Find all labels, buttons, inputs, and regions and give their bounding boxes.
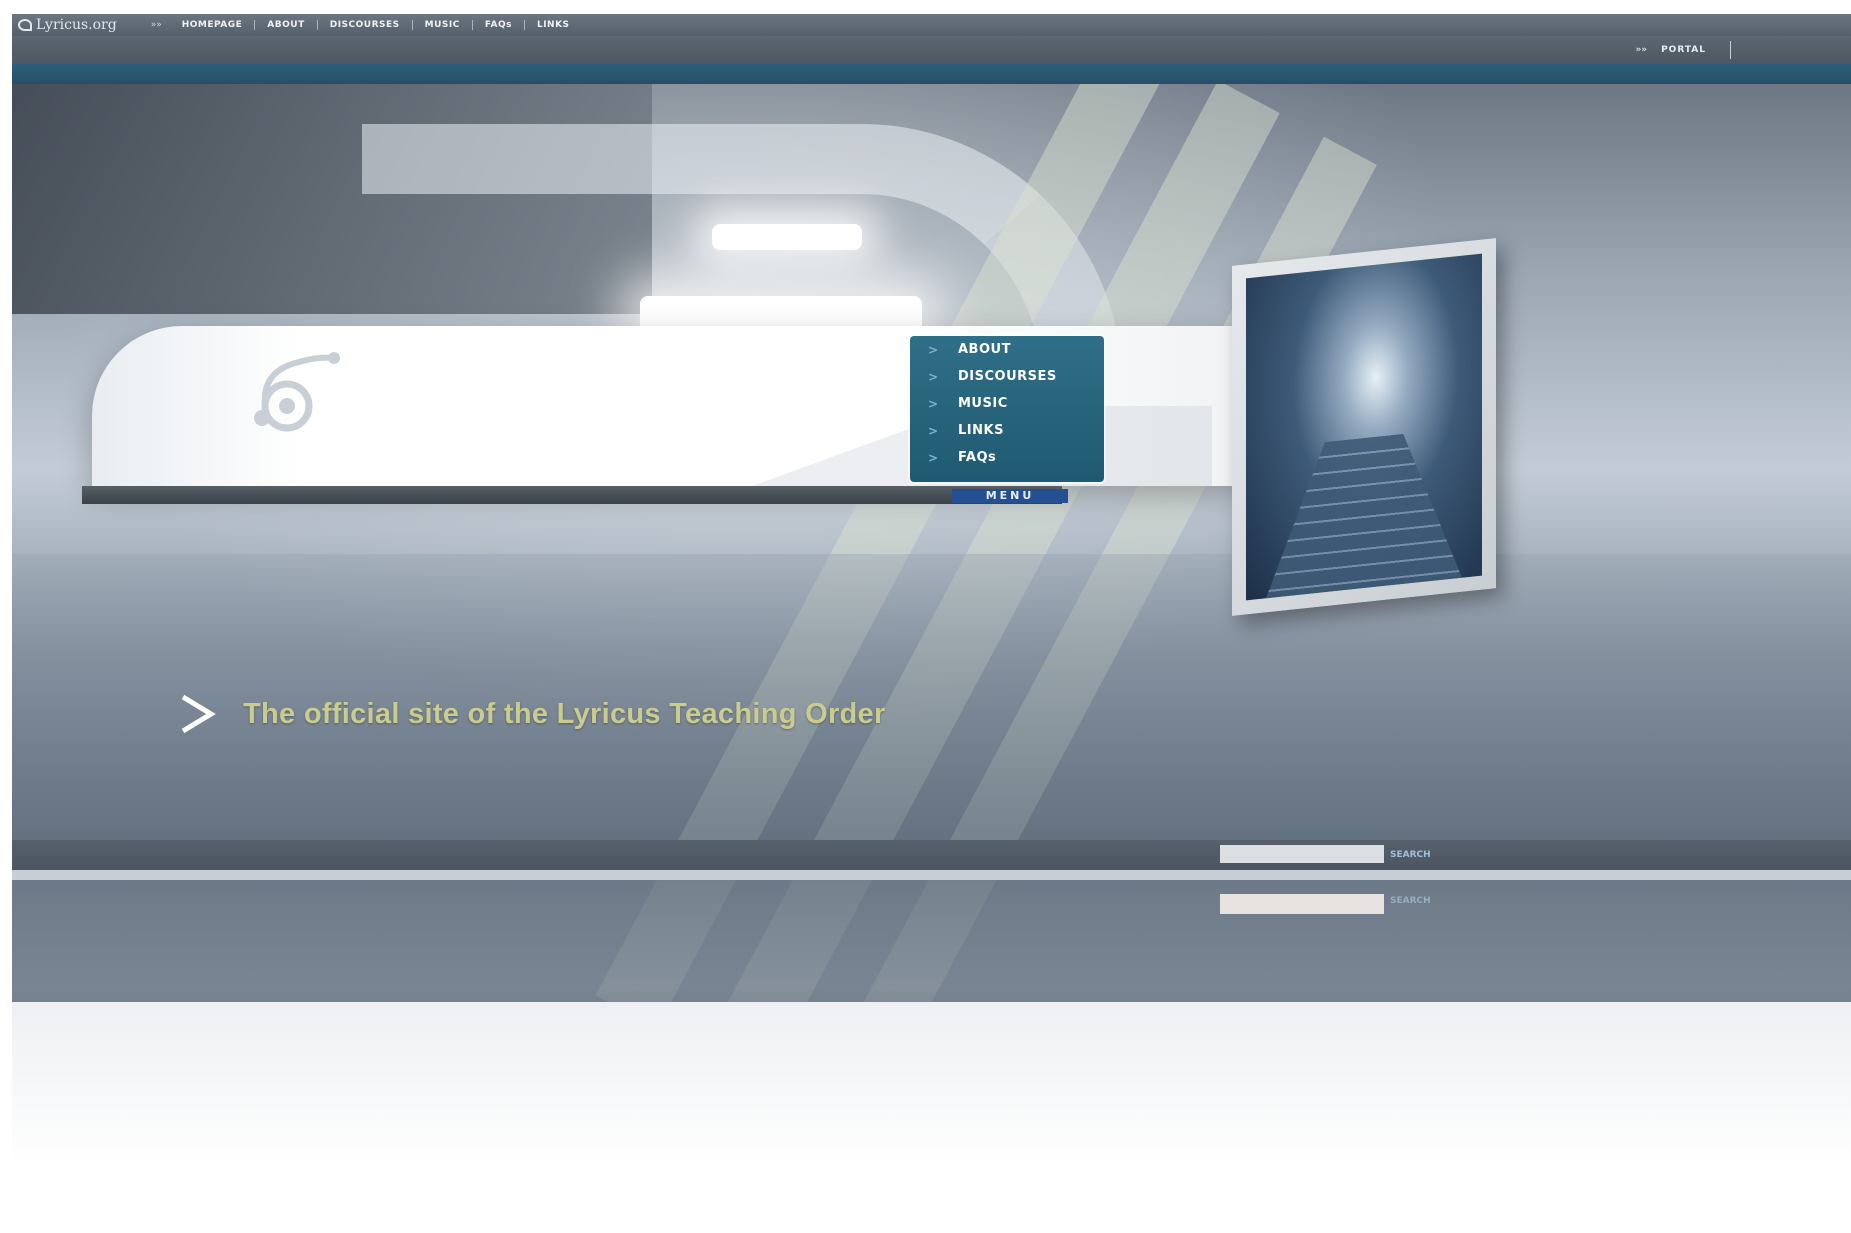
chevron-right-icon: > [928, 396, 939, 411]
top-nav-faqs[interactable]: FAQs [473, 20, 525, 30]
top-nav-about[interactable]: ABOUT [255, 20, 318, 30]
chevron-right-icon: > [928, 342, 939, 357]
site-tagline: The official site of the Lyricus Teachin… [177, 694, 886, 734]
main-menu-panel: > ABOUT > DISCOURSES > MUSIC > LINKS > F… [910, 336, 1104, 482]
top-nav-links: »» HOMEPAGE ABOUT DISCOURSES MUSIC FAQs … [151, 20, 582, 30]
double-arrow-icon: »» [1635, 45, 1648, 55]
divider [1730, 41, 1731, 59]
browser-page: Lyricus.org »» HOMEPAGE ABOUT DISCOURSES… [12, 14, 1851, 1233]
search-button[interactable]: SEARCH [1390, 847, 1431, 863]
double-arrow-icon: »» [150, 20, 162, 30]
search-button-reflection: SEARCH [1390, 896, 1431, 906]
bottom-stripe [12, 870, 1851, 880]
stairway-picture-frame [1232, 238, 1496, 616]
menu-item-label: DISCOURSES [958, 369, 1057, 384]
menu-item-discourses[interactable]: > DISCOURSES [910, 363, 1104, 390]
menu-item-label: LINKS [958, 423, 1004, 438]
search-input-reflection [1220, 894, 1384, 914]
secondary-bar: »» PORTAL [12, 36, 1851, 64]
menu-item-music[interactable]: > MUSIC [910, 390, 1104, 417]
tagline-text: The official site of the Lyricus Teachin… [243, 697, 886, 730]
chevron-right-icon: > [928, 450, 939, 465]
mountain-graphic [512, 406, 1212, 486]
top-navigation-bar: Lyricus.org »» HOMEPAGE ABOUT DISCOURSES… [12, 14, 1851, 36]
stairway-image [1246, 253, 1482, 601]
top-nav-discourses[interactable]: DISCOURSES [318, 20, 413, 30]
menu-item-label: MUSIC [958, 396, 1008, 411]
logo-text: Lyricus.org [36, 17, 117, 33]
menu-label: MENU [952, 489, 1068, 503]
chevron-right-icon [181, 694, 216, 734]
chevron-right-icon: > [928, 369, 939, 384]
accent-strip [12, 64, 1851, 84]
hero-counter-base [82, 486, 1062, 504]
stairs-graphic [1266, 428, 1462, 599]
hero-light-panel [712, 224, 862, 250]
page-reflection: SEARCH [12, 880, 1851, 1233]
menu-item-faqs[interactable]: > FAQs [910, 444, 1104, 471]
menu-item-about[interactable]: > ABOUT [910, 336, 1104, 363]
menu-item-links[interactable]: > LINKS [910, 417, 1104, 444]
top-nav-homepage[interactable]: HOMEPAGE [170, 20, 256, 30]
menu-item-label: ABOUT [958, 342, 1011, 357]
top-nav-links[interactable]: LINKS [525, 20, 582, 30]
chevron-right-icon: > [928, 423, 939, 438]
search-input[interactable] [1220, 845, 1384, 863]
lyricus-emblem-icon [254, 352, 340, 432]
site-logo[interactable]: Lyricus.org [18, 17, 117, 33]
bottom-bar [12, 840, 1851, 870]
portal-link[interactable]: PORTAL [1661, 45, 1706, 55]
logo-icon [18, 19, 32, 31]
top-nav-music[interactable]: MUSIC [413, 20, 473, 30]
menu-item-label: FAQs [958, 450, 997, 465]
